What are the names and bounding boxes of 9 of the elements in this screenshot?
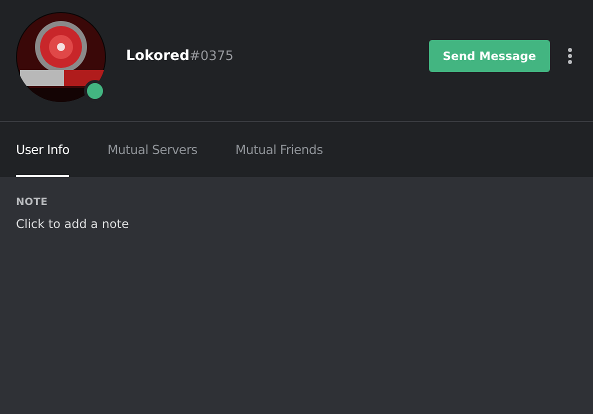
discriminator: #0375 <box>190 49 234 64</box>
note-heading: NOTE <box>16 197 49 208</box>
username: Lokored <box>126 48 190 64</box>
tab[interactable]: User Info <box>16 142 70 177</box>
more-icon[interactable] <box>568 48 572 64</box>
send-message-button[interactable]: Send Message <box>428 40 550 72</box>
tab[interactable]: Mutual Friends <box>235 142 323 177</box>
note-field[interactable]: Click to add a note <box>16 217 316 231</box>
tab[interactable]: Mutual Servers <box>107 142 198 177</box>
